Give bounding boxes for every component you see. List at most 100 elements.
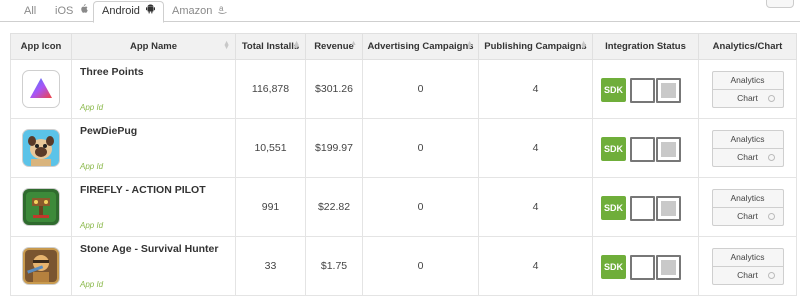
integration-status-cell: SDK <box>592 177 699 237</box>
sdk-badge[interactable]: SDK <box>601 196 626 220</box>
publishing-campaigns: 4 <box>478 236 593 296</box>
analytics-button[interactable]: Analytics <box>711 247 784 267</box>
app-icon-cell <box>10 59 72 119</box>
android-icon <box>145 4 155 17</box>
table-row: PewDiePug App Id 10,551 $199.97 0 4 SDK … <box>10 118 797 178</box>
header-advertising-campaigns-label: Advertising Campaigns <box>367 41 474 52</box>
app-name[interactable]: PewDiePug <box>80 125 235 137</box>
integration-checkbox[interactable] <box>630 78 655 103</box>
header-app-icon-label: App Icon <box>20 41 62 52</box>
app-name[interactable]: FIREFLY - ACTION PILOT <box>80 184 235 196</box>
header-app-name[interactable]: App Name ▲ ▼ <box>71 33 236 60</box>
corner-button[interactable] <box>766 0 794 8</box>
header-total-installs-label: Total Installs <box>241 41 300 52</box>
tab-ios-label: iOS <box>55 5 74 17</box>
header-total-installs[interactable]: Total Installs ▲ ▼ <box>235 33 306 60</box>
app-name[interactable]: Stone Age - Survival Hunter <box>80 243 235 255</box>
advertising-campaigns: 0 <box>362 118 479 178</box>
platform-tabs: All iOS Android Amazon a <box>0 0 800 23</box>
analytics-button[interactable]: Analytics <box>711 129 784 149</box>
apple-icon <box>79 4 89 17</box>
app-name-cell: Stone Age - Survival Hunter App Id <box>71 236 236 296</box>
header-integration-status: Integration Status <box>592 33 699 60</box>
sort-icon: ▲ ▼ <box>223 40 230 51</box>
total-installs: 33 <box>235 236 306 296</box>
app-name[interactable]: Three Points <box>80 66 235 78</box>
analytics-chart-cell: Analytics Chart <box>698 236 797 296</box>
analytics-button[interactable]: Analytics <box>711 188 784 208</box>
table-row: Three Points App Id 116,878 $301.26 0 4 … <box>10 59 797 119</box>
app-id-link[interactable]: App Id <box>80 280 103 289</box>
app-id-link[interactable]: App Id <box>80 221 103 230</box>
stone-age-app-icon[interactable] <box>22 247 60 285</box>
tab-android[interactable]: Android <box>93 1 164 23</box>
header-integration-status-label: Integration Status <box>605 41 686 52</box>
chart-button-label: Chart <box>737 92 758 103</box>
advertising-campaigns: 0 <box>362 177 479 237</box>
apps-table: App Icon App Name ▲ ▼ Total Installs ▲ ▼ Rev… <box>10 33 797 296</box>
app-name-cell: FIREFLY - ACTION PILOT App Id <box>71 177 236 237</box>
table-row: Stone Age - Survival Hunter App Id 33 $1… <box>10 236 797 296</box>
sort-icon: ▲ ▼ <box>293 40 300 51</box>
radio-icon <box>767 271 775 279</box>
sort-icon: ▲ ▼ <box>580 40 587 51</box>
three-points-app-icon[interactable] <box>22 70 60 108</box>
total-installs: 10,551 <box>235 118 306 178</box>
integration-checkbox-grey[interactable] <box>656 255 681 280</box>
total-installs: 991 <box>235 177 306 237</box>
app-id-link[interactable]: App Id <box>80 103 103 112</box>
radio-icon <box>767 212 775 220</box>
advertising-campaigns: 0 <box>362 59 479 119</box>
chart-button-label: Chart <box>737 151 758 162</box>
firefly-app-icon[interactable] <box>22 188 60 226</box>
app-icon-cell <box>10 177 72 237</box>
tab-ios[interactable]: iOS <box>55 2 89 21</box>
app-id-link[interactable]: App Id <box>80 162 103 171</box>
header-publishing-campaigns-label: Publishing Campaigns <box>484 41 587 52</box>
chart-button[interactable]: Chart <box>711 266 784 285</box>
header-revenue[interactable]: Revenue ▲ <box>305 33 363 60</box>
header-publishing-campaigns[interactable]: Publishing Campaigns ▲ ▼ <box>478 33 593 60</box>
header-analytics-chart: Analytics/Chart <box>698 33 797 60</box>
header-analytics-chart-label: Analytics/Chart <box>712 41 783 52</box>
analytics-chart-cell: Analytics Chart <box>698 177 797 237</box>
total-installs: 116,878 <box>235 59 306 119</box>
advertising-campaigns: 0 <box>362 236 479 296</box>
integration-checkbox[interactable] <box>630 137 655 162</box>
header-advertising-campaigns[interactable]: Advertising Campaigns ▲ ▼ <box>362 33 479 60</box>
sdk-badge[interactable]: SDK <box>601 255 626 279</box>
integration-checkbox-grey[interactable] <box>656 78 681 103</box>
tab-all[interactable]: All <box>24 2 36 21</box>
app-icon-cell <box>10 118 72 178</box>
radio-icon <box>767 153 775 161</box>
header-app-name-label: App Name <box>130 41 177 52</box>
integration-status-cell: SDK <box>592 236 699 296</box>
publishing-campaigns: 4 <box>478 118 593 178</box>
tab-amazon[interactable]: Amazon a <box>172 2 228 21</box>
svg-text:a: a <box>219 4 224 13</box>
integration-status-cell: SDK <box>592 118 699 178</box>
integration-checkbox-grey[interactable] <box>656 196 681 221</box>
chart-button-label: Chart <box>737 210 758 221</box>
pewdiepug-app-icon[interactable] <box>22 129 60 167</box>
revenue: $1.75 <box>305 236 363 296</box>
analytics-chart-cell: Analytics Chart <box>698 59 797 119</box>
sdk-badge[interactable]: SDK <box>601 78 626 102</box>
chart-button[interactable]: Chart <box>711 207 784 226</box>
integration-checkbox[interactable] <box>630 255 655 280</box>
chart-button[interactable]: Chart <box>711 148 784 167</box>
sdk-badge[interactable]: SDK <box>601 137 626 161</box>
integration-checkbox[interactable] <box>630 196 655 221</box>
analytics-chart-cell: Analytics Chart <box>698 118 797 178</box>
publishing-campaigns: 4 <box>478 177 593 237</box>
app-icon-cell <box>10 236 72 296</box>
chart-button[interactable]: Chart <box>711 89 784 108</box>
header-app-icon: App Icon <box>10 33 72 60</box>
tab-amazon-label: Amazon <box>172 5 213 17</box>
chart-button-label: Chart <box>737 269 758 280</box>
publishing-campaigns: 4 <box>478 59 593 119</box>
revenue: $301.26 <box>305 59 363 119</box>
header-revenue-label: Revenue <box>314 41 354 52</box>
analytics-button[interactable]: Analytics <box>711 70 784 90</box>
integration-checkbox-grey[interactable] <box>656 137 681 162</box>
